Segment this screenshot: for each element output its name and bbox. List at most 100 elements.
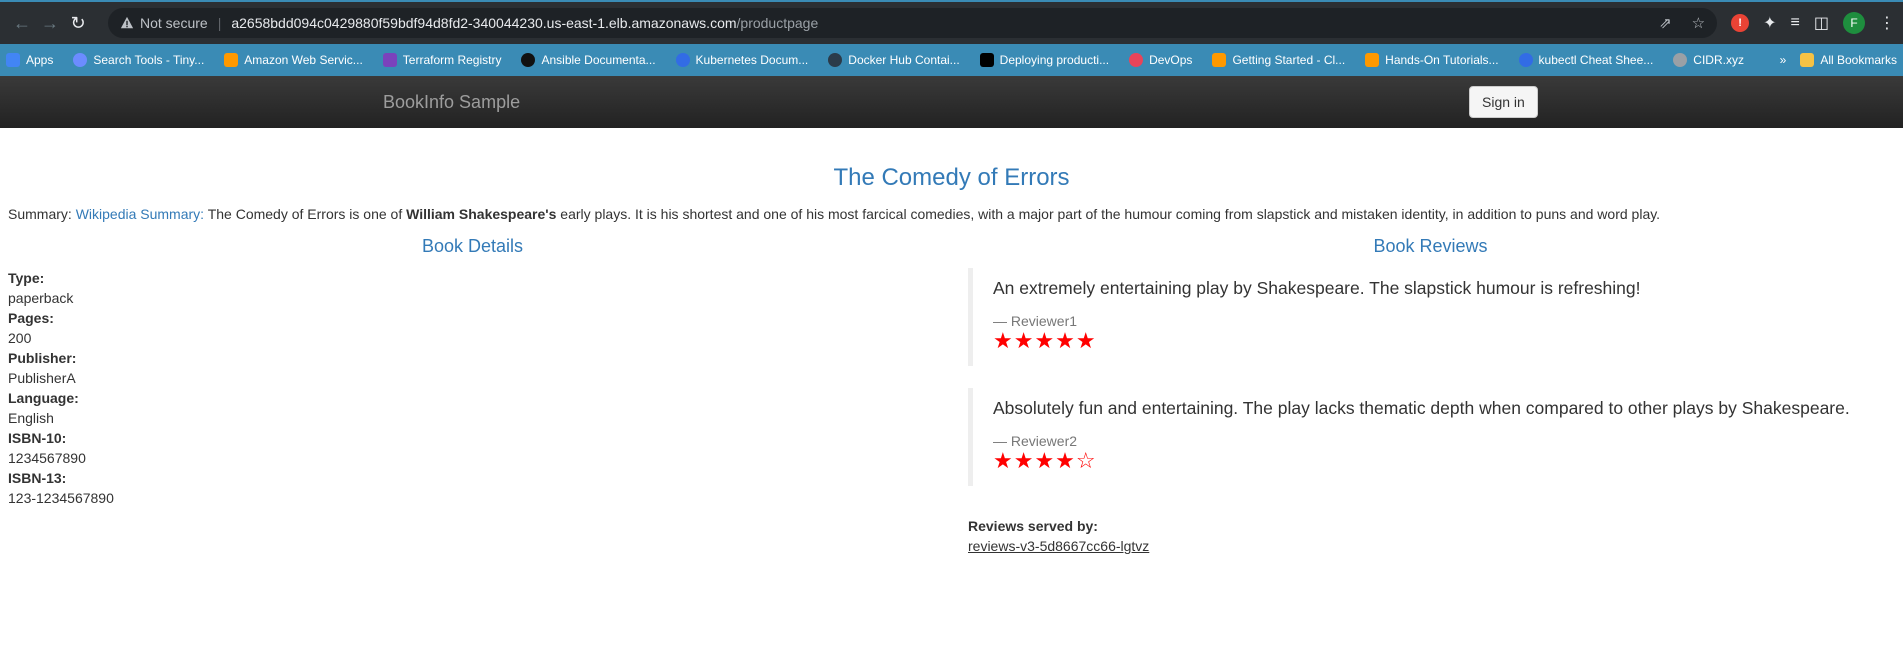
book-details: Type: paperback Pages: 200 Publisher: Pu… [8,268,114,508]
bookmark-label: CIDR.xyz [1693,53,1744,67]
bookmark-star-icon[interactable]: ☆ [1692,14,1705,32]
isbn10-label: ISBN-10: [8,430,67,446]
publisher-value: PublisherA [8,370,76,386]
bookmark-item[interactable]: Amazon Web Servic... [224,53,363,67]
bookmark-item[interactable]: Ansible Documenta... [521,53,656,67]
bookmark-item[interactable]: Hands-On Tutorials... [1365,53,1499,67]
publisher-label: Publisher: [8,350,77,366]
security-label: Not secure [140,15,208,31]
language-label: Language: [8,390,79,406]
app-navbar: BookInfo Sample Sign in [0,76,1903,128]
review-text: Absolutely fun and entertaining. The pla… [993,398,1850,418]
reload-icon[interactable]: ↻ [64,9,92,37]
bookmark-label: Search Tools - Tiny... [93,53,205,67]
more-bookmarks-icon[interactable]: » [1780,53,1787,67]
browser-toolbar: ← → ↻ Not secure | a2658bdd094c0429880f5… [0,2,1903,44]
bookmark-label: Terraform Registry [402,53,502,67]
address-bar[interactable]: Not secure | a2658bdd094c0429880f59bdf94… [108,8,1718,38]
bookmark-item[interactable]: Deploying producti... [979,53,1110,67]
bookmark-label: Apps [26,53,54,67]
back-icon[interactable]: ← [8,9,36,37]
bookmark-label: Getting Started - Cl... [1232,53,1346,67]
isbn10-value: 1234567890 [8,450,86,466]
all-bookmarks[interactable]: All Bookmarks [1800,53,1897,67]
bookmark-item[interactable]: CIDR.xyz [1673,53,1744,67]
review-card: Absolutely fun and entertaining. The pla… [968,388,1868,486]
warning-icon [120,16,134,29]
reviews-served-by: Reviews served by: reviews-v3-5d8667cc66… [968,518,1149,554]
review-text: An extremely entertaining play by Shakes… [993,278,1641,298]
sign-in-button[interactable]: Sign in [1469,86,1538,118]
docker-icon [828,53,843,67]
summary-text-2: early plays. It is his shortest and one … [556,206,1661,222]
tinypng-icon [73,53,88,67]
globe-icon [1673,53,1688,67]
wikipedia-summary-link[interactable]: Wikipedia Summary: [76,206,204,222]
type-value: paperback [8,290,74,306]
isbn13-value: 123-1234567890 [8,490,114,506]
bookmark-item[interactable]: Kubernetes Docum... [675,53,809,67]
bookmark-label: Amazon Web Servic... [244,53,363,67]
isbn13-label: ISBN-13: [8,470,67,486]
summary-prefix: Summary: [8,206,76,222]
bookmark-item[interactable]: Getting Started - Cl... [1212,53,1345,67]
bookmark-label: Ansible Documenta... [541,53,656,67]
summary-author: William Shakespeare's [406,206,557,222]
menu-dots-icon[interactable]: ⋮ [1879,13,1895,33]
kubernetes-icon [675,53,690,67]
book-reviews-heading: Book Reviews [1373,236,1488,256]
bookmark-label: Deploying producti... [999,53,1110,67]
star-rating: ★★★★☆ [993,448,1097,473]
alert-extension-icon[interactable]: ! [1731,14,1750,32]
kubernetes-icon [1518,53,1533,67]
devto-icon [979,53,994,67]
terraform-icon [382,53,397,67]
summary: Summary: Wikipedia Summary: The Comedy o… [8,206,1660,222]
page-title: The Comedy of Errors [833,164,1070,191]
ansible-icon [521,53,536,67]
security-indicator[interactable]: Not secure [120,15,208,31]
bookmark-label: Hands-On Tutorials... [1385,53,1499,67]
profile-avatar[interactable]: F [1843,12,1865,34]
share-icon[interactable]: ⇗ [1659,14,1672,32]
bookmark-apps[interactable]: Apps [6,53,53,67]
bookmark-label: Docker Hub Contai... [848,53,960,67]
type-label: Type: [8,270,45,286]
all-bookmarks-label: All Bookmarks [1820,53,1897,67]
language-value: English [8,410,54,426]
reviewer-name: — Reviewer2 [993,433,1078,449]
side-panel-icon[interactable]: ◫ [1814,13,1829,33]
bookmark-label: Kubernetes Docum... [695,53,809,67]
served-by-label: Reviews served by: [968,518,1098,534]
app-brand[interactable]: BookInfo Sample [383,92,520,113]
product-page: The Comedy of Errors Summary: Wikipedia … [0,128,1903,658]
bookmark-item[interactable]: kubectl Cheat Shee... [1518,53,1654,67]
forward-icon[interactable]: → [36,9,64,37]
bookmark-label: kubectl Cheat Shee... [1538,53,1654,67]
aws-icon [224,53,239,67]
pages-label: Pages: [8,310,54,326]
bookmark-item[interactable]: Search Tools - Tiny... [73,53,204,67]
aws-icon [1212,53,1227,67]
bookmarks-bar: Apps Search Tools - Tiny... Amazon Web S… [0,44,1903,76]
bookmark-item[interactable]: Docker Hub Contai... [828,53,960,67]
media-queue-icon[interactable]: ≡ [1791,14,1800,32]
served-by-pod-link[interactable]: reviews-v3-5d8667cc66-lgtvz [968,538,1149,554]
apps-grid-icon [6,53,20,67]
bookmark-item[interactable]: DevOps [1129,53,1192,67]
extensions-area: ! ✦ ≡ ◫ F ⋮ [1731,12,1895,34]
folder-icon [1800,53,1815,67]
pages-value: 200 [8,330,32,346]
puzzle-icon[interactable]: ✦ [1763,13,1776,33]
url-host: a2658bdd094c0429880f59bdf94d8fd2-3400442… [231,15,737,31]
star-rating: ★★★★★ [993,328,1097,353]
summary-text-1: The Comedy of Errors is one of [204,206,407,222]
bookmark-label: DevOps [1149,53,1193,67]
book-details-heading: Book Details [421,236,524,256]
reviewer-name: — Reviewer1 [993,313,1078,329]
aws-icon [1365,53,1380,67]
devops-icon [1129,53,1144,67]
url-path: /productpage [736,15,819,31]
review-card: An extremely entertaining play by Shakes… [968,268,1868,366]
bookmark-item[interactable]: Terraform Registry [382,53,502,67]
